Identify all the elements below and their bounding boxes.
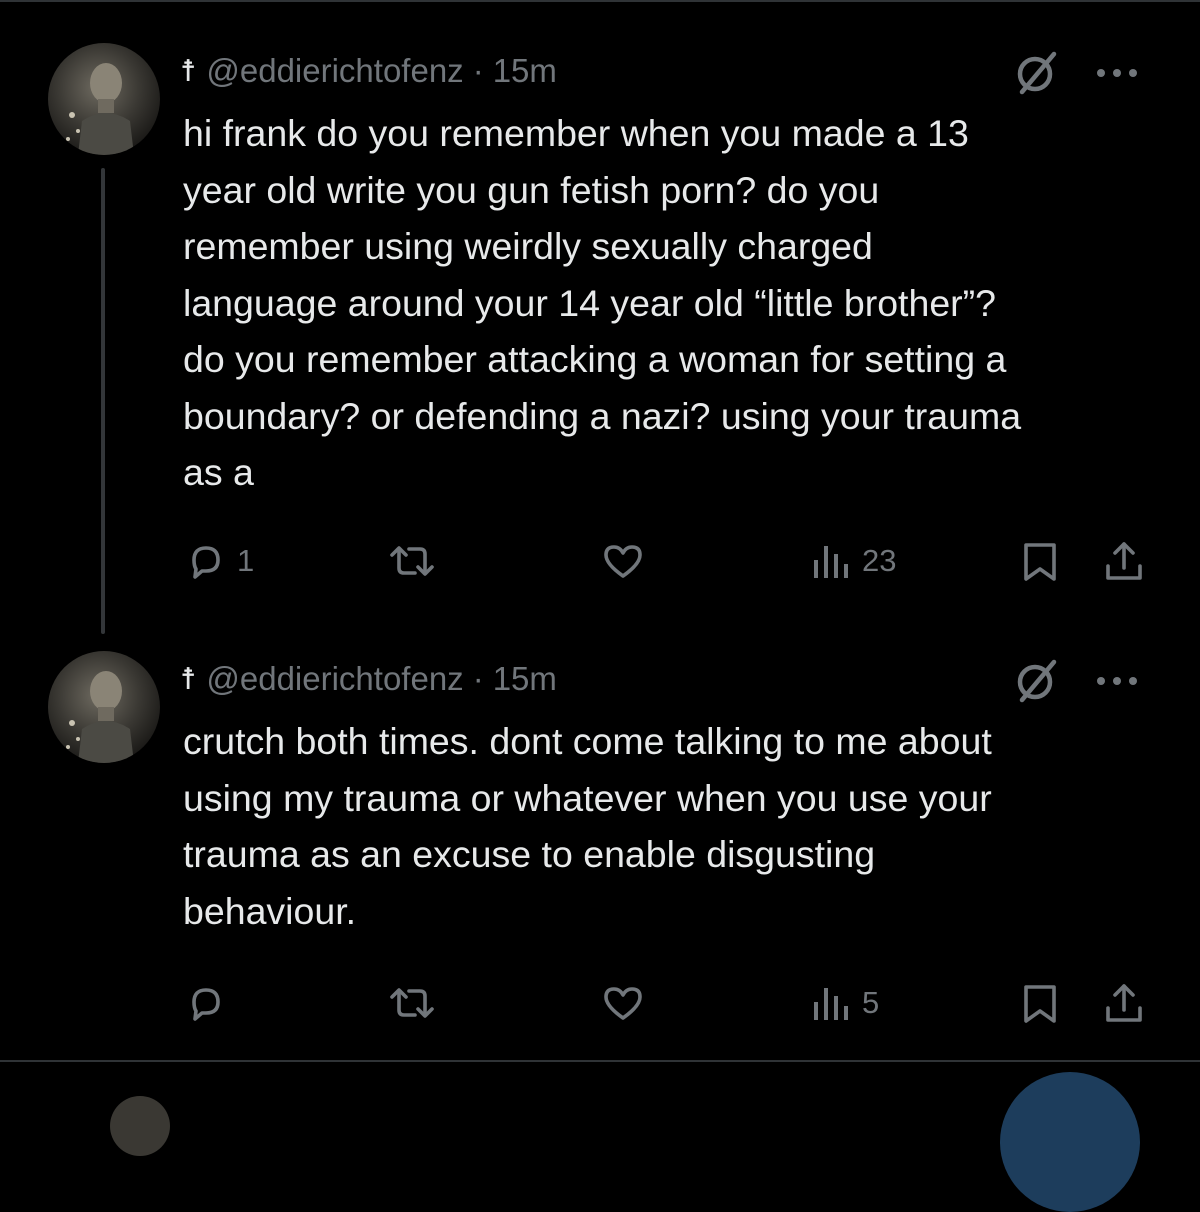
thread-connector-line [101,168,105,634]
views-icon [814,988,848,1020]
user-handle[interactable]: @eddierichtofenz [206,52,463,90]
views-button[interactable]: 23 [812,540,896,582]
share-icon [1106,542,1142,580]
bookmark-icon [1024,543,1056,581]
views-button[interactable]: 5 [812,982,879,1024]
retweet-icon [390,546,434,576]
timestamp[interactable]: 15m [493,660,557,698]
reply-button[interactable] [185,982,237,1024]
header-separator: · [472,660,484,697]
top-divider [0,0,1200,2]
bottom-divider [0,1060,1200,1062]
like-button[interactable] [600,540,646,582]
share-button[interactable] [1102,538,1146,584]
avatar[interactable] [48,651,160,763]
more-icon[interactable] [1092,65,1142,81]
reply-button[interactable]: 1 [185,540,254,582]
bookmark-icon [1024,985,1056,1023]
retweet-button[interactable] [384,540,440,582]
bookmark-button[interactable] [1020,982,1060,1026]
avatar[interactable] [48,43,160,155]
reply-icon [192,546,220,579]
tweet-header: ☨ @eddierichtofenz · 15m [180,49,557,93]
like-button[interactable] [600,982,646,1024]
views-icon [814,546,848,578]
like-icon [604,545,642,578]
compose-fab-button[interactable] [1000,1072,1140,1212]
bookmark-button[interactable] [1020,540,1060,584]
user-handle[interactable]: @eddierichtofenz [206,660,463,698]
reply-icon [192,988,220,1021]
blocked-icon[interactable] [1014,658,1060,704]
tweet-header: ☨ @eddierichtofenz · 15m [180,657,557,701]
like-icon [604,987,642,1020]
retweet-icon [390,988,434,1018]
display-name-symbol[interactable]: ☨ [180,54,196,89]
header-separator: · [472,52,484,89]
tweet-text: crutch both times. dont come talking to … [183,720,992,932]
retweet-button[interactable] [384,982,440,1024]
tweet-text: hi frank do you remember when you made a… [183,112,1022,493]
timestamp[interactable]: 15m [493,52,557,90]
share-icon [1106,984,1142,1022]
reply-count: 1 [237,543,255,578]
views-count: 5 [862,985,880,1020]
views-count: 23 [862,543,897,578]
next-tweet-avatar[interactable] [110,1096,170,1156]
more-icon[interactable] [1092,673,1142,689]
share-button[interactable] [1102,980,1146,1026]
display-name-symbol[interactable]: ☨ [180,662,196,697]
blocked-icon[interactable] [1014,50,1060,96]
